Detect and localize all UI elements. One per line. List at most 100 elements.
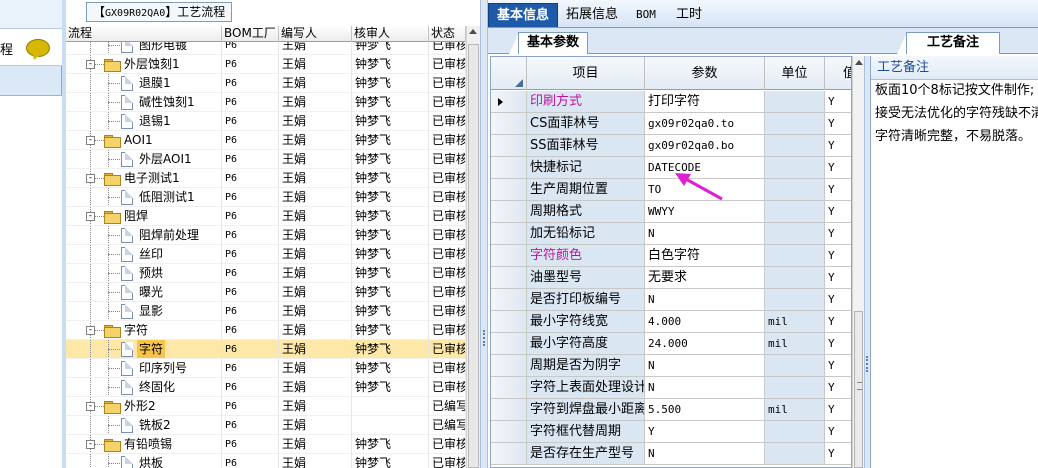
param-value-cell[interactable]: 5.500 <box>645 399 765 421</box>
param-flag-cell[interactable]: Y <box>825 245 851 267</box>
collapse-toggle-icon[interactable]: - <box>86 440 95 449</box>
process-cell[interactable]: 终固化 <box>66 378 222 397</box>
process-cell[interactable]: - 电子测试1 <box>66 169 222 188</box>
tree-step-row[interactable]: 曝光 P6 王娟 钟梦飞 已审核 <box>66 283 466 302</box>
param-value-cell[interactable]: WWYY <box>645 201 765 223</box>
param-flag-cell[interactable]: Y <box>825 443 851 465</box>
param-value-cell[interactable]: 24.000 <box>645 333 765 355</box>
param-value-cell[interactable]: 打印字符 <box>645 91 765 113</box>
row-indicator[interactable] <box>491 399 527 421</box>
tree-step-row[interactable]: 低阻测试1 P6 王娟 钟梦飞 已审核 <box>66 188 466 207</box>
param-value-cell[interactable]: N <box>645 289 765 311</box>
column-header-parameter[interactable]: 参数 <box>645 57 765 90</box>
process-cell[interactable]: 曝光 <box>66 283 222 302</box>
process-cell[interactable]: 阻焊前处理 <box>66 226 222 245</box>
param-row[interactable]: 字符颜色 白色字符 Y <box>491 245 851 267</box>
tree-group-row[interactable]: - 阻焊 P6 王娟 钟梦飞 已审核 <box>66 207 466 226</box>
param-flag-cell[interactable]: Y <box>825 333 851 355</box>
tree-step-row[interactable]: 图形电镀 P6 王娟 钟梦飞 已审核 <box>66 42 466 55</box>
tab-process-notes[interactable]: 工艺备注 <box>906 32 1000 54</box>
param-value-cell[interactable]: TO <box>645 179 765 201</box>
tree-step-row[interactable]: 印序列号 P6 王娟 钟梦飞 已审核 <box>66 359 466 378</box>
param-flag-cell[interactable]: Y <box>825 91 851 113</box>
column-header-unit[interactable]: 单位 <box>765 57 825 90</box>
param-flag-cell[interactable]: Y <box>825 267 851 289</box>
process-cell[interactable]: 字符 <box>66 340 222 359</box>
tree-group-row[interactable]: - 字符 P6 王娟 钟梦飞 已审核 <box>66 321 466 340</box>
row-indicator[interactable] <box>491 91 527 113</box>
collapse-toggle-icon[interactable]: - <box>86 174 95 183</box>
tree-step-row[interactable]: 显影 P6 王娟 钟梦飞 已审核 <box>66 302 466 321</box>
param-value-cell[interactable]: 无要求 <box>645 267 765 289</box>
row-indicator[interactable] <box>491 289 527 311</box>
param-value-cell[interactable]: N <box>645 377 765 399</box>
process-cell[interactable]: - 外形2 <box>66 397 222 416</box>
param-row[interactable]: 周期格式 WWYY Y <box>491 201 851 223</box>
param-flag-cell[interactable]: Y <box>825 377 851 399</box>
param-flag-cell[interactable]: Y <box>825 157 851 179</box>
collapse-toggle-icon[interactable]: - <box>86 402 95 411</box>
param-flag-cell[interactable]: Y <box>825 355 851 377</box>
tree-group-row[interactable]: - 外形2 P6 王娟 已编写 <box>66 397 466 416</box>
process-cell[interactable]: - 外层蚀刻1 <box>66 55 222 74</box>
tab-extended-info[interactable]: 拓展信息 <box>558 3 626 27</box>
param-row[interactable]: 油墨型号 无要求 Y <box>491 267 851 289</box>
tab-basic-info[interactable]: 基本信息 <box>488 3 559 27</box>
process-cell[interactable]: 碱性蚀刻1 <box>66 93 222 112</box>
process-cell[interactable]: 退膜1 <box>66 74 222 93</box>
scroll-thumb[interactable] <box>468 44 479 468</box>
tree-step-row[interactable]: 阻焊前处理 P6 王娟 钟梦飞 已审核 <box>66 226 466 245</box>
column-header-process[interactable]: 流程 <box>66 26 222 42</box>
process-cell[interactable]: - 阻焊 <box>66 207 222 226</box>
row-indicator[interactable] <box>491 421 527 443</box>
column-header-status[interactable]: 状态 <box>429 26 466 42</box>
collapse-toggle-icon[interactable]: - <box>86 326 95 335</box>
row-indicator[interactable] <box>491 443 527 465</box>
row-indicator[interactable] <box>491 333 527 355</box>
column-header-value[interactable]: 值 <box>825 57 851 90</box>
tree-step-row[interactable]: 预烘 P6 王娟 钟梦飞 已审核 <box>66 264 466 283</box>
param-row[interactable]: SS面菲林号 gx09r02qa0.bo Y <box>491 135 851 157</box>
tree-group-row[interactable]: - 外层蚀刻1 P6 王娟 钟梦飞 已审核 <box>66 55 466 74</box>
tree-step-row[interactable]: 字符 P6 王娟 钟梦飞 已审核 <box>66 340 466 359</box>
tree-step-row[interactable]: 碱性蚀刻1 P6 王娟 钟梦飞 已审核 <box>66 93 466 112</box>
tree-group-row[interactable]: - AOI1 P6 王娟 钟梦飞 已审核 <box>66 131 466 150</box>
process-cell[interactable]: - AOI1 <box>66 131 222 150</box>
params-vertical-scrollbar[interactable] <box>852 56 864 468</box>
tree-step-row[interactable]: 外层AOI1 P6 王娟 钟梦飞 已审核 <box>66 150 466 169</box>
param-row[interactable]: 字符到焊盘最小距离 5.500 mil Y <box>491 399 851 421</box>
process-cell[interactable]: 丝印 <box>66 245 222 264</box>
tree-group-row[interactable]: - 有铅喷锡 P6 王娟 钟梦飞 已审核 <box>66 435 466 454</box>
param-row[interactable]: 最小字符高度 24.000 mil Y <box>491 333 851 355</box>
param-row[interactable]: 是否存在生产型号 N Y <box>491 443 851 465</box>
left-panel-row[interactable]: 程 <box>0 28 62 66</box>
param-flag-cell[interactable]: Y <box>825 399 851 421</box>
tree-step-row[interactable]: 丝印 P6 王娟 钟梦飞 已审核 <box>66 245 466 264</box>
process-cell[interactable]: 铣板2 <box>66 416 222 435</box>
row-indicator[interactable] <box>491 245 527 267</box>
param-row[interactable]: 加无铅标记 N Y <box>491 223 851 245</box>
param-flag-cell[interactable]: Y <box>825 289 851 311</box>
tab-bom[interactable]: BOM <box>628 3 664 27</box>
param-flag-cell[interactable]: Y <box>825 421 851 443</box>
tree-step-row[interactable]: 退锡1 P6 王娟 钟梦飞 已审核 <box>66 112 466 131</box>
row-indicator[interactable] <box>491 355 527 377</box>
param-value-cell[interactable]: DATECODE <box>645 157 765 179</box>
column-header-bom-factory[interactable]: BOM工厂 <box>222 26 279 42</box>
param-value-cell[interactable]: 白色字符 <box>645 245 765 267</box>
tree-group-row[interactable]: - 电子测试1 P6 王娟 钟梦飞 已审核 <box>66 169 466 188</box>
tree-step-row[interactable]: 退膜1 P6 王娟 钟梦飞 已审核 <box>66 74 466 93</box>
process-cell[interactable]: 印序列号 <box>66 359 222 378</box>
process-cell[interactable]: 退锡1 <box>66 112 222 131</box>
column-header-reviewer[interactable]: 核审人 <box>352 26 429 42</box>
tab-work-hours[interactable]: 工时 <box>668 3 710 27</box>
param-flag-cell[interactable]: Y <box>825 135 851 157</box>
row-indicator[interactable] <box>491 135 527 157</box>
param-value-cell[interactable]: N <box>645 355 765 377</box>
column-header-item[interactable]: 项目 <box>527 57 645 90</box>
row-indicator[interactable] <box>491 157 527 179</box>
param-row[interactable]: 是否打印板编号 N Y <box>491 289 851 311</box>
grid-corner[interactable] <box>491 57 527 90</box>
row-indicator[interactable] <box>491 113 527 135</box>
process-cell[interactable]: 预烘 <box>66 264 222 283</box>
